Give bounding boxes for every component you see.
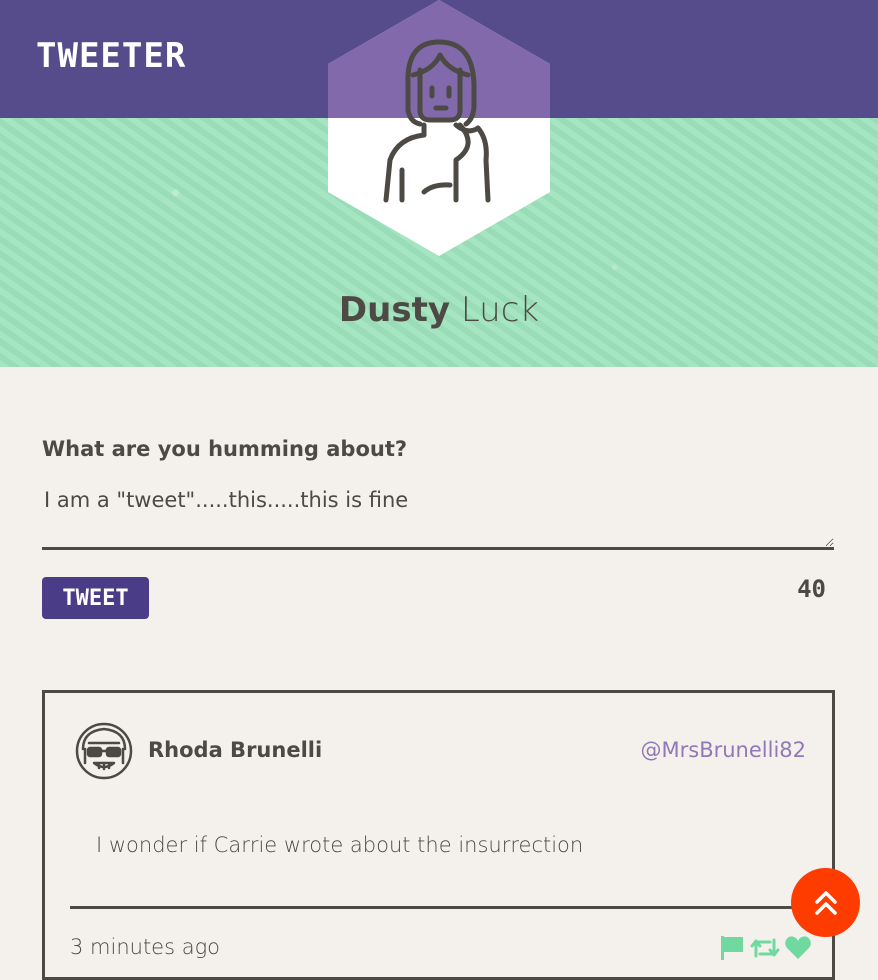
tweet-author-name: Rhoda Brunelli: [148, 738, 323, 762]
tweet-button[interactable]: TWEET: [42, 577, 149, 619]
tweet-author-handle[interactable]: @MrsBrunelli82: [641, 738, 807, 762]
sunglasses-avatar-icon: [75, 722, 133, 780]
profile-avatar: [328, 0, 550, 256]
double-chevron-up-icon: [814, 890, 837, 915]
scroll-to-top-button[interactable]: [791, 868, 860, 937]
flag-icon[interactable]: [718, 934, 746, 962]
tweet-card: Rhoda Brunelli @MrsBrunelli82 I wonder i…: [42, 690, 835, 980]
heart-icon[interactable]: [784, 934, 812, 962]
tweet-timestamp: 3 minutes ago: [70, 935, 221, 959]
tweet-divider: [70, 906, 810, 909]
profile-first-name: Dusty: [338, 290, 450, 330]
composer-label: What are you humming about?: [42, 437, 408, 461]
character-counter: 40: [797, 575, 826, 603]
tweet-actions: [718, 933, 812, 963]
profile-name: Dusty Luck: [0, 290, 878, 330]
tweet-text: I wonder if Carrie wrote about the insur…: [96, 833, 584, 857]
brand-logo[interactable]: TWEETER: [36, 36, 186, 76]
retweet-icon[interactable]: [750, 934, 780, 962]
tweet-input[interactable]: [42, 484, 834, 550]
profile-last-name: Luck: [460, 290, 540, 330]
